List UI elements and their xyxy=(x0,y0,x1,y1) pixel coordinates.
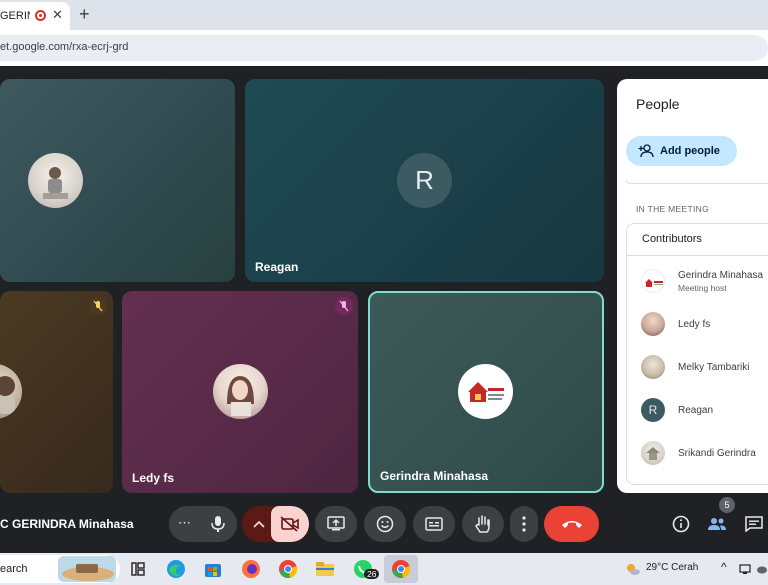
url-field[interactable]: et.google.com/rxa-ecrj-grd xyxy=(0,35,768,61)
participant-row[interactable]: Melky Tambariki xyxy=(641,352,768,382)
muted-mic-icon xyxy=(335,297,353,315)
participant-name: Gerindra Minahasa xyxy=(678,270,764,281)
add-person-icon xyxy=(638,144,654,158)
participant-avatar xyxy=(28,153,83,208)
edge-browser-icon[interactable] xyxy=(165,558,187,580)
raise-hand-icon xyxy=(475,515,490,533)
weather-icon xyxy=(627,564,640,575)
avatar-initial: R xyxy=(415,165,434,195)
panel-divider xyxy=(626,180,768,184)
people-button[interactable]: 5 xyxy=(703,497,735,542)
tile-name-label: Reagan xyxy=(255,260,299,274)
participant-role: Meeting host xyxy=(678,283,727,293)
participant-tile-top-left[interactable] xyxy=(0,79,235,282)
task-view-icon[interactable] xyxy=(127,558,149,580)
url-text: et.google.com/rxa-ecrj-grd xyxy=(0,41,129,53)
avatar-initial: R xyxy=(648,403,658,417)
contributors-heading: Contributors xyxy=(642,233,702,245)
participant-avatar xyxy=(213,364,268,419)
participant-avatar-logo xyxy=(458,364,513,419)
participant-avatar xyxy=(641,355,665,379)
camera-off-button[interactable] xyxy=(271,506,309,542)
file-explorer-icon[interactable] xyxy=(314,558,336,580)
people-icon xyxy=(708,518,726,530)
tile-name-label: Gerindra Minahasa xyxy=(380,469,489,483)
camera-off-icon xyxy=(280,516,299,532)
firefox-icon[interactable] xyxy=(240,558,262,580)
microsoft-store-icon[interactable] xyxy=(202,558,224,580)
add-people-label: Add people xyxy=(660,145,720,157)
participant-row[interactable]: Srikandi Gerindra xyxy=(641,438,768,468)
participant-row[interactable]: Gerindra Minahasa Meeting host xyxy=(641,266,768,296)
cloud-icon[interactable] xyxy=(756,563,768,575)
tab-close-icon[interactable]: ✕ xyxy=(52,7,63,23)
tab-title: GERINDR xyxy=(0,10,30,22)
address-bar: et.google.com/rxa-ecrj-grd xyxy=(0,30,768,66)
more-actions-button[interactable] xyxy=(510,506,538,542)
captions-icon xyxy=(425,517,443,531)
person-figure-icon xyxy=(43,167,68,199)
panel-title: People xyxy=(636,96,680,112)
participant-tile-gerindra[interactable]: Gerindra Minahasa xyxy=(368,291,604,493)
camera-options-button[interactable] xyxy=(242,506,309,542)
new-tab-button[interactable]: + xyxy=(79,4,90,25)
participant-avatar xyxy=(0,364,22,419)
tile-name-label: Ledy fs xyxy=(132,471,175,485)
add-people-button[interactable]: Add people xyxy=(626,136,737,166)
emoji-icon xyxy=(376,515,394,533)
participant-avatar xyxy=(641,441,665,465)
meeting-name: C GERINDRA Minahasa xyxy=(0,517,134,531)
participant-name: Reagan xyxy=(678,405,714,416)
present-screen-icon xyxy=(327,516,345,531)
weather-text: 29°C Cerah xyxy=(646,562,699,573)
taskbar-search[interactable]: earch xyxy=(0,555,120,583)
browser-tab-bar: GERINDR ✕ + xyxy=(0,0,768,30)
chat-icon xyxy=(745,516,763,532)
participant-tile-ledy[interactable]: Ledy fs xyxy=(122,291,358,493)
participant-tile-bottom-left[interactable] xyxy=(0,291,113,493)
os-taskbar: earch 26 29°C Cerah ^ xyxy=(0,553,768,585)
participant-initial-avatar: R xyxy=(641,398,665,422)
chrome-icon-active[interactable] xyxy=(390,558,412,580)
participant-logo-avatar xyxy=(641,269,665,293)
search-highlight-illustration xyxy=(58,556,116,582)
raise-hand-button[interactable] xyxy=(462,506,504,542)
participant-avatar xyxy=(641,312,665,336)
muted-mic-icon xyxy=(89,297,107,315)
vertical-dots-icon xyxy=(522,516,526,532)
recording-icon xyxy=(35,10,46,21)
chrome-icon[interactable] xyxy=(277,558,299,580)
leave-call-button[interactable] xyxy=(544,506,599,542)
more-options-button[interactable]: ⋯ xyxy=(169,506,237,542)
reactions-button[interactable] xyxy=(364,506,406,542)
info-icon xyxy=(672,515,690,533)
participant-name: Srikandi Gerindra xyxy=(678,448,756,459)
participant-name: Ledy fs xyxy=(678,319,711,330)
participant-tile-reagan[interactable]: R Reagan xyxy=(245,79,604,282)
party-logo-icon xyxy=(468,382,504,402)
more-dots-icon: ⋯ xyxy=(178,515,191,530)
captions-button[interactable] xyxy=(413,506,455,542)
participant-name: Melky Tambariki xyxy=(678,362,750,373)
microphone-icon xyxy=(211,516,225,532)
whatsapp-badge: 26 xyxy=(364,569,380,579)
people-panel: People Add people IN THE MEETING Contrib… xyxy=(617,79,768,493)
participant-avatar-initial: R xyxy=(397,153,452,208)
network-icon[interactable] xyxy=(739,563,753,575)
contributors-group[interactable]: Contributors Gerindra Minahasa Meeting h… xyxy=(626,223,768,485)
participant-row[interactable]: R Reagan xyxy=(641,395,768,425)
browser-tab[interactable]: GERINDR ✕ xyxy=(0,2,70,30)
divider xyxy=(627,255,768,256)
present-screen-button[interactable] xyxy=(315,506,357,542)
search-text: earch xyxy=(0,563,28,575)
people-count-badge: 5 xyxy=(719,497,735,513)
chat-button[interactable] xyxy=(740,506,768,542)
chevron-up-icon xyxy=(253,520,265,528)
participant-row[interactable]: Ledy fs xyxy=(641,309,768,339)
section-label: IN THE MEETING xyxy=(636,204,709,214)
meeting-info-button[interactable] xyxy=(666,506,696,542)
tray-chevron-icon[interactable]: ^ xyxy=(721,560,727,574)
hang-up-icon xyxy=(561,521,582,528)
